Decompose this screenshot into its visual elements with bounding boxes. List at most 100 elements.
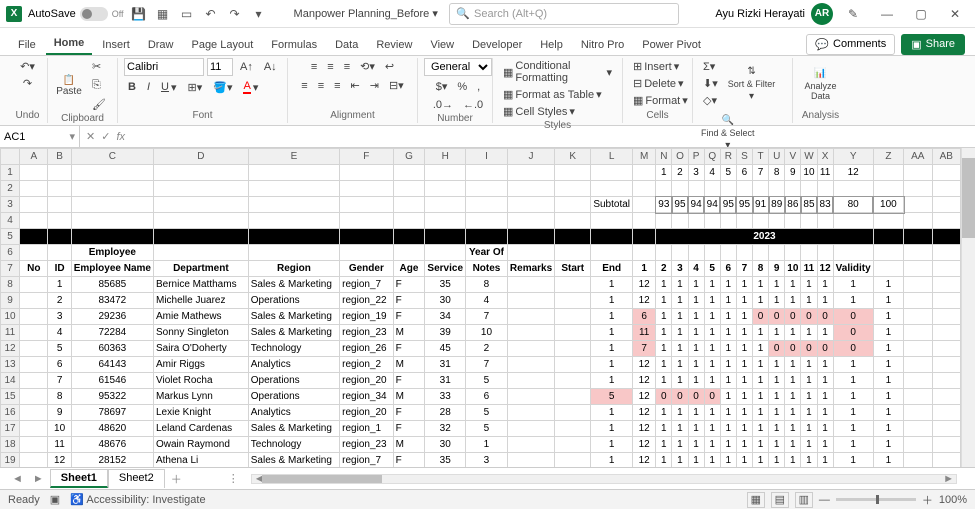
align-middle-icon[interactable]: ≡	[323, 58, 337, 75]
cell[interactable]	[20, 213, 48, 229]
share-button[interactable]: ▣ Share	[901, 34, 965, 55]
sheet-nav-prev-icon[interactable]: ◄	[8, 473, 27, 485]
cell[interactable]	[904, 165, 932, 181]
col-header[interactable]: D	[153, 149, 248, 165]
cell[interactable]	[466, 165, 508, 181]
currency-icon[interactable]: $▾	[432, 78, 452, 95]
cell[interactable]	[785, 213, 801, 229]
cell[interactable]	[507, 197, 554, 213]
page-layout-view-icon[interactable]: ▤	[771, 492, 789, 508]
cell[interactable]	[801, 213, 817, 229]
orientation-icon[interactable]: ⟲▾	[356, 58, 379, 75]
col-header[interactable]: L	[591, 149, 633, 165]
number-format-select[interactable]: General	[424, 58, 492, 76]
minimize-icon[interactable]: —	[873, 0, 901, 28]
maximize-icon[interactable]: ▢	[907, 0, 935, 28]
increase-decimal-icon[interactable]: .0→	[429, 97, 457, 113]
cell[interactable]	[71, 181, 153, 197]
document-title[interactable]: Manpower Planning_Before ▾	[294, 7, 438, 20]
cell[interactable]: 100	[873, 197, 903, 213]
cell[interactable]	[153, 197, 248, 213]
cell[interactable]	[20, 165, 48, 181]
format-cells-button[interactable]: ▦ Format ▾	[629, 92, 692, 109]
cell[interactable]	[801, 181, 817, 197]
cell[interactable]	[932, 181, 960, 197]
col-header[interactable]: AB	[932, 149, 960, 165]
cell[interactable]: 89	[769, 197, 785, 213]
cell[interactable]	[393, 213, 425, 229]
zoom-slider[interactable]	[836, 498, 916, 501]
row-header[interactable]: 2	[1, 181, 20, 197]
cell[interactable]	[425, 181, 466, 197]
cell[interactable]	[507, 165, 554, 181]
decrease-decimal-icon[interactable]: ←.0	[459, 97, 487, 113]
cell[interactable]	[932, 213, 960, 229]
percent-icon[interactable]: %	[453, 78, 471, 95]
autosave-toggle[interactable]: AutoSave Off	[28, 7, 124, 21]
tab-developer[interactable]: Developer	[464, 35, 530, 55]
col-header[interactable]: C	[71, 149, 153, 165]
cell[interactable]	[672, 213, 688, 229]
tab-help[interactable]: Help	[532, 35, 571, 55]
col-header[interactable]: W	[801, 149, 817, 165]
close-icon[interactable]: ✕	[941, 0, 969, 28]
col-header[interactable]: Y	[833, 149, 873, 165]
cell[interactable]: 6	[736, 165, 752, 181]
cell[interactable]	[904, 197, 932, 213]
col-header[interactable]: V	[785, 149, 801, 165]
cell[interactable]	[769, 213, 785, 229]
row-header[interactable]: 3	[1, 197, 20, 213]
col-header[interactable]: Q	[704, 149, 720, 165]
font-color-icon[interactable]: A▾	[239, 78, 262, 96]
cell[interactable]	[248, 181, 339, 197]
cell[interactable]	[466, 197, 508, 213]
col-header[interactable]: B	[48, 149, 71, 165]
font-name-input[interactable]	[124, 58, 204, 76]
name-box[interactable]: AC1▾	[0, 126, 80, 147]
cell[interactable]: 7	[753, 165, 769, 181]
comments-button[interactable]: 💬 Comments	[806, 34, 895, 55]
cell[interactable]	[720, 181, 736, 197]
col-header[interactable]: S	[736, 149, 752, 165]
cell[interactable]	[340, 197, 393, 213]
cell[interactable]	[153, 165, 248, 181]
indent-increase-icon[interactable]: ⇥	[366, 77, 383, 94]
analyze-data-button[interactable]: 📊Analyze Data	[799, 66, 842, 103]
new-sheet-icon[interactable]: ＋	[167, 471, 186, 487]
search-input[interactable]: 🔍 Search (Alt+Q)	[449, 3, 679, 25]
cell[interactable]: Subtotal	[591, 197, 633, 213]
cell[interactable]	[248, 165, 339, 181]
cell[interactable]: 86	[785, 197, 801, 213]
cell[interactable]	[753, 213, 769, 229]
tab-review[interactable]: Review	[368, 35, 420, 55]
cell[interactable]	[873, 181, 903, 197]
align-center-icon[interactable]: ≡	[314, 77, 328, 94]
align-bottom-icon[interactable]: ≡	[340, 58, 354, 75]
tab-data[interactable]: Data	[327, 35, 366, 55]
cell[interactable]	[507, 213, 554, 229]
cell[interactable]: 95	[736, 197, 752, 213]
ribbon-mode-icon[interactable]: ✎	[839, 0, 867, 28]
tab-nitro-pro[interactable]: Nitro Pro	[573, 35, 632, 55]
cell[interactable]	[466, 181, 508, 197]
cell[interactable]	[248, 197, 339, 213]
cell[interactable]	[425, 197, 466, 213]
bold-button[interactable]: B	[124, 78, 140, 96]
fx-icon[interactable]: fx	[116, 131, 125, 143]
cell[interactable]	[833, 213, 873, 229]
cell[interactable]: 80	[833, 197, 873, 213]
cell[interactable]: 94	[704, 197, 720, 213]
col-header[interactable]: R	[720, 149, 736, 165]
cell[interactable]: 85	[801, 197, 817, 213]
cell[interactable]	[932, 197, 960, 213]
cell[interactable]	[248, 213, 339, 229]
fill-color-icon[interactable]: 🪣▾	[209, 78, 236, 96]
cell[interactable]	[393, 165, 425, 181]
cell[interactable]: 4	[704, 165, 720, 181]
cell[interactable]	[736, 181, 752, 197]
cell[interactable]	[555, 213, 591, 229]
cell[interactable]	[688, 181, 704, 197]
tab-power-pivot[interactable]: Power Pivot	[634, 35, 709, 55]
col-header[interactable]: X	[817, 149, 833, 165]
cell[interactable]	[48, 197, 71, 213]
